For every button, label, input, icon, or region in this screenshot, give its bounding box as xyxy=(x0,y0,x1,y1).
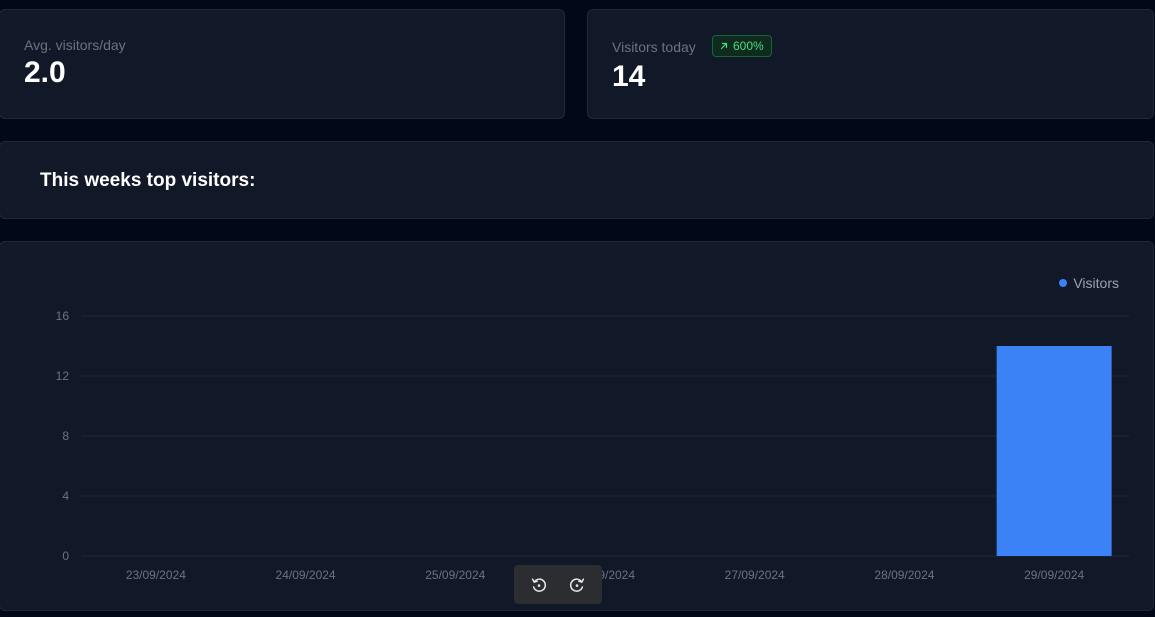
avg-visitors-value: 2.0 xyxy=(24,56,66,89)
x-tick-label: 27/09/2024 xyxy=(725,568,785,582)
chart-card: Visitors 0 4 8 12 16 23/09/2024 24/09/2024 25/0… xyxy=(0,241,1154,611)
bar-chart: 048121623/09/2024 24/09/2024 25/09/2024 26/… xyxy=(56,309,1129,582)
y-tick-label: 12 xyxy=(56,369,70,383)
rotate-right-icon xyxy=(569,577,585,592)
avg-visitors-card: Avg. visitors/day 2.0 xyxy=(0,9,565,119)
visitors-today-label: Visitors today xyxy=(612,39,696,55)
change-badge: 600% xyxy=(712,35,772,57)
visitors-today-card: Visitors today 600% 14 xyxy=(587,9,1154,119)
y-tick-label: 16 xyxy=(56,309,70,323)
y-tick-label: 4 xyxy=(62,489,69,503)
top-visitors-title: This weeks top visitors: xyxy=(40,170,256,191)
change-badge-text: 600% xyxy=(733,39,764,53)
rotate-left-button[interactable] xyxy=(524,570,554,600)
x-tick-label: 25/09/2024 xyxy=(425,568,485,582)
dashboard: Avg. visitors/day 2.0 Visitors today 600… xyxy=(0,0,1155,617)
x-tick-label: 28/09/2024 xyxy=(874,568,934,582)
arrow-up-right-icon xyxy=(720,42,728,50)
x-tick-label: 23/09/2024 xyxy=(126,568,186,582)
bar-29-09-2024[interactable] xyxy=(996,346,1112,556)
top-visitors-card: This weeks top visitors: xyxy=(0,141,1154,219)
visitors-today-value: 14 xyxy=(612,60,646,93)
x-tick-label: 29/09/2024 xyxy=(1024,568,1084,582)
x-tick-label: 24/09/2024 xyxy=(276,568,336,582)
image-toolbar xyxy=(514,565,602,604)
rotate-left-icon xyxy=(531,577,547,592)
avg-visitors-label: Avg. visitors/day xyxy=(24,37,126,53)
rotate-right-button[interactable] xyxy=(562,570,592,600)
y-tick-label: 0 xyxy=(62,549,69,563)
y-tick-label: 8 xyxy=(62,429,69,443)
